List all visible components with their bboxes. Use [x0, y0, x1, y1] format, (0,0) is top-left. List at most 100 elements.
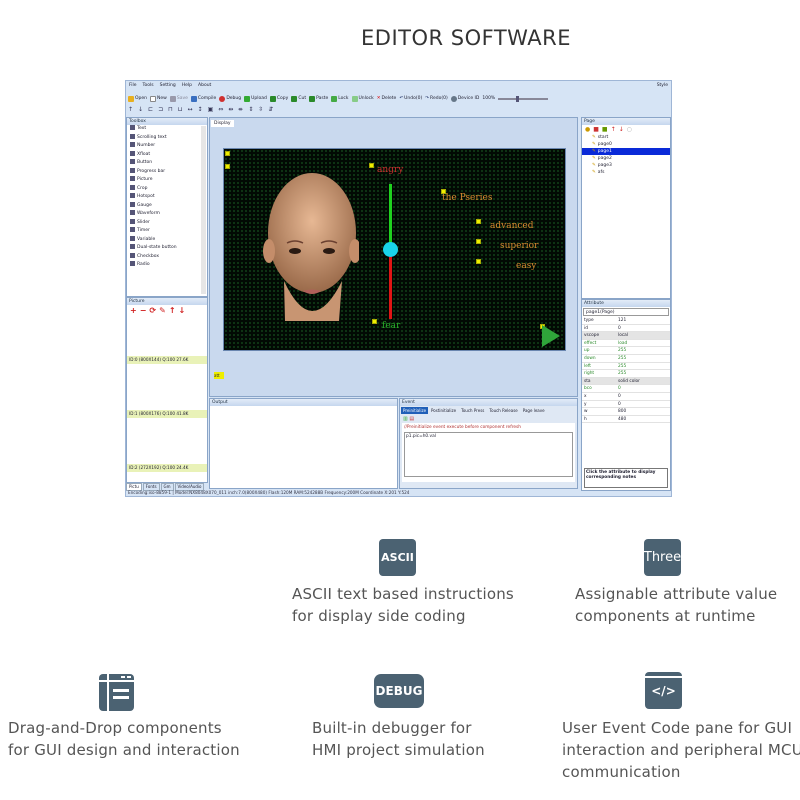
attribute-value[interactable]: 255: [616, 355, 670, 363]
component-marker[interactable]: [476, 219, 481, 224]
attribute-value[interactable]: 0: [616, 401, 670, 409]
face-image[interactable]: [259, 171, 359, 331]
event-code-editor[interactable]: p1.pic=h0.val: [404, 432, 573, 477]
picture-tool-icon[interactable]: −: [140, 306, 147, 315]
align-tool-icon[interactable]: ▣: [208, 106, 214, 113]
copy-button[interactable]: Copy: [269, 95, 288, 102]
page-item[interactable]: ✎ page0: [582, 141, 670, 148]
align-tool-icon[interactable]: ⊏: [148, 106, 153, 113]
attribute-value[interactable]: 255: [616, 347, 670, 355]
menu-setting[interactable]: Setting: [160, 83, 176, 88]
component-marker[interactable]: [476, 239, 481, 244]
event-tab[interactable]: Page leave: [521, 407, 547, 414]
attribute-name[interactable]: up: [582, 347, 616, 355]
undo-button[interactable]: ↶ Undo(0): [399, 96, 422, 102]
emotion-slider[interactable]: [383, 184, 398, 319]
cut-button[interactable]: Cut: [291, 95, 306, 102]
attribute-name[interactable]: id: [582, 325, 616, 333]
page-settings-icon[interactable]: ○: [627, 126, 632, 133]
picture-tool-icon[interactable]: ⟳: [149, 306, 156, 315]
lock-button[interactable]: Lock: [331, 95, 349, 102]
toolbox-item[interactable]: Dual-state button: [127, 244, 207, 253]
paste-button[interactable]: Paste: [309, 95, 328, 102]
toolbox-item[interactable]: Button: [127, 159, 207, 168]
delete-page-icon[interactable]: ■: [593, 126, 599, 133]
toolbox-item[interactable]: Xfloat: [127, 150, 207, 160]
attribute-value[interactable]: 0: [616, 393, 670, 401]
event-tab[interactable]: Touch Release: [487, 407, 519, 414]
attribute-name[interactable]: h: [582, 416, 616, 424]
attribute-selector[interactable]: page1(Page): [583, 308, 669, 316]
copy-page-icon[interactable]: ■: [602, 126, 608, 133]
component-marker[interactable]: [225, 164, 230, 169]
delete-button[interactable]: ✕ Delete: [377, 96, 397, 102]
attribute-name[interactable]: x: [582, 393, 616, 401]
label-fear[interactable]: fear: [382, 321, 400, 331]
page-item[interactable]: ✎ page1: [582, 148, 670, 155]
attribute-value[interactable]: 480: [616, 416, 670, 424]
attribute-name[interactable]: effect: [582, 340, 616, 348]
toolbox-item[interactable]: Text: [127, 125, 207, 134]
align-tool-icon[interactable]: ⊓: [168, 106, 173, 113]
attribute-value[interactable]: local: [616, 332, 670, 340]
attribute-name[interactable]: down: [582, 355, 616, 363]
toolbox-item[interactable]: Progress bar: [127, 167, 207, 177]
device-id-button[interactable]: Device ID: [450, 95, 479, 102]
align-tool-icon[interactable]: ⇔: [218, 106, 223, 113]
menu-tools[interactable]: Tools: [143, 83, 154, 88]
toolbox-item[interactable]: Waveform: [127, 210, 207, 219]
align-tool-icon[interactable]: ⇵: [268, 106, 273, 113]
align-tool-icon[interactable]: ⇳: [258, 106, 263, 113]
attribute-name[interactable]: vscope: [582, 332, 616, 340]
align-tool-icon[interactable]: ⇕: [248, 106, 253, 113]
new-button[interactable]: New: [150, 95, 167, 102]
component-marker[interactable]: [225, 151, 230, 156]
toolbox-item[interactable]: Timer: [127, 227, 207, 236]
toolbox-item[interactable]: Checkbox: [127, 252, 207, 262]
toolbox-item[interactable]: Slider: [127, 218, 207, 228]
toolbox-item[interactable]: Variable: [127, 235, 207, 245]
label-easy[interactable]: easy: [516, 261, 536, 271]
move-up-icon[interactable]: ↑: [611, 126, 616, 133]
style-menu[interactable]: Style: [657, 83, 668, 88]
align-tool-icon[interactable]: ↓: [138, 106, 143, 113]
compile-button[interactable]: Compile: [190, 95, 216, 102]
toolbox-item[interactable]: Number: [127, 142, 207, 151]
tab-display[interactable]: Display: [211, 120, 234, 127]
menu-about[interactable]: About: [198, 83, 211, 88]
slider-knob[interactable]: [383, 241, 398, 257]
menu-help[interactable]: Help: [182, 83, 192, 88]
toolbox-item[interactable]: Gauge: [127, 201, 207, 211]
open-button[interactable]: Open: [128, 95, 147, 102]
attribute-value[interactable]: solid color: [616, 377, 670, 386]
page-item[interactable]: ✎ start: [582, 134, 670, 141]
picture-tool-icon[interactable]: ↑: [169, 306, 176, 315]
picture-item[interactable]: ID:2 (272X192) Q:100 24.4K: [127, 464, 207, 472]
label-angry[interactable]: angry: [377, 165, 403, 175]
page-item[interactable]: ✎ page2: [582, 155, 670, 162]
component-marker[interactable]: [369, 163, 374, 168]
attribute-value[interactable]: 255: [616, 363, 670, 371]
label-series[interactable]: the Pseries: [442, 193, 492, 203]
align-tool-icon[interactable]: ↑: [128, 106, 133, 113]
upload-button[interactable]: Upload: [244, 95, 267, 102]
menu-file[interactable]: File: [129, 83, 137, 88]
toolbox-item[interactable]: Picture: [127, 176, 207, 185]
attribute-name[interactable]: w: [582, 408, 616, 416]
attribute-value[interactable]: 121: [616, 317, 670, 325]
hmi-canvas[interactable]: angry fear the Pseries advanced superior…: [223, 148, 566, 351]
event-tab[interactable]: Postinitialize: [429, 407, 458, 414]
label-advanced[interactable]: advanced: [490, 221, 534, 231]
attribute-value[interactable]: 800: [616, 408, 670, 416]
page-item[interactable]: ✎ page3: [582, 162, 670, 169]
attribute-name[interactable]: sta: [582, 377, 616, 386]
picture-item[interactable]: ID:0 (800X144) Q:100 27.6K: [127, 356, 207, 364]
align-tool-icon[interactable]: ⊐: [158, 106, 163, 113]
format-icon[interactable]: ▥: [403, 416, 408, 422]
attribute-value[interactable]: 255: [616, 370, 670, 378]
redo-button[interactable]: ↷ Redo(0): [425, 96, 447, 102]
event-tab[interactable]: Preinitialize: [401, 407, 429, 414]
component-marker[interactable]: [476, 259, 481, 264]
picture-tool-icon[interactable]: ↓: [179, 306, 186, 315]
attribute-name[interactable]: right: [582, 370, 616, 378]
